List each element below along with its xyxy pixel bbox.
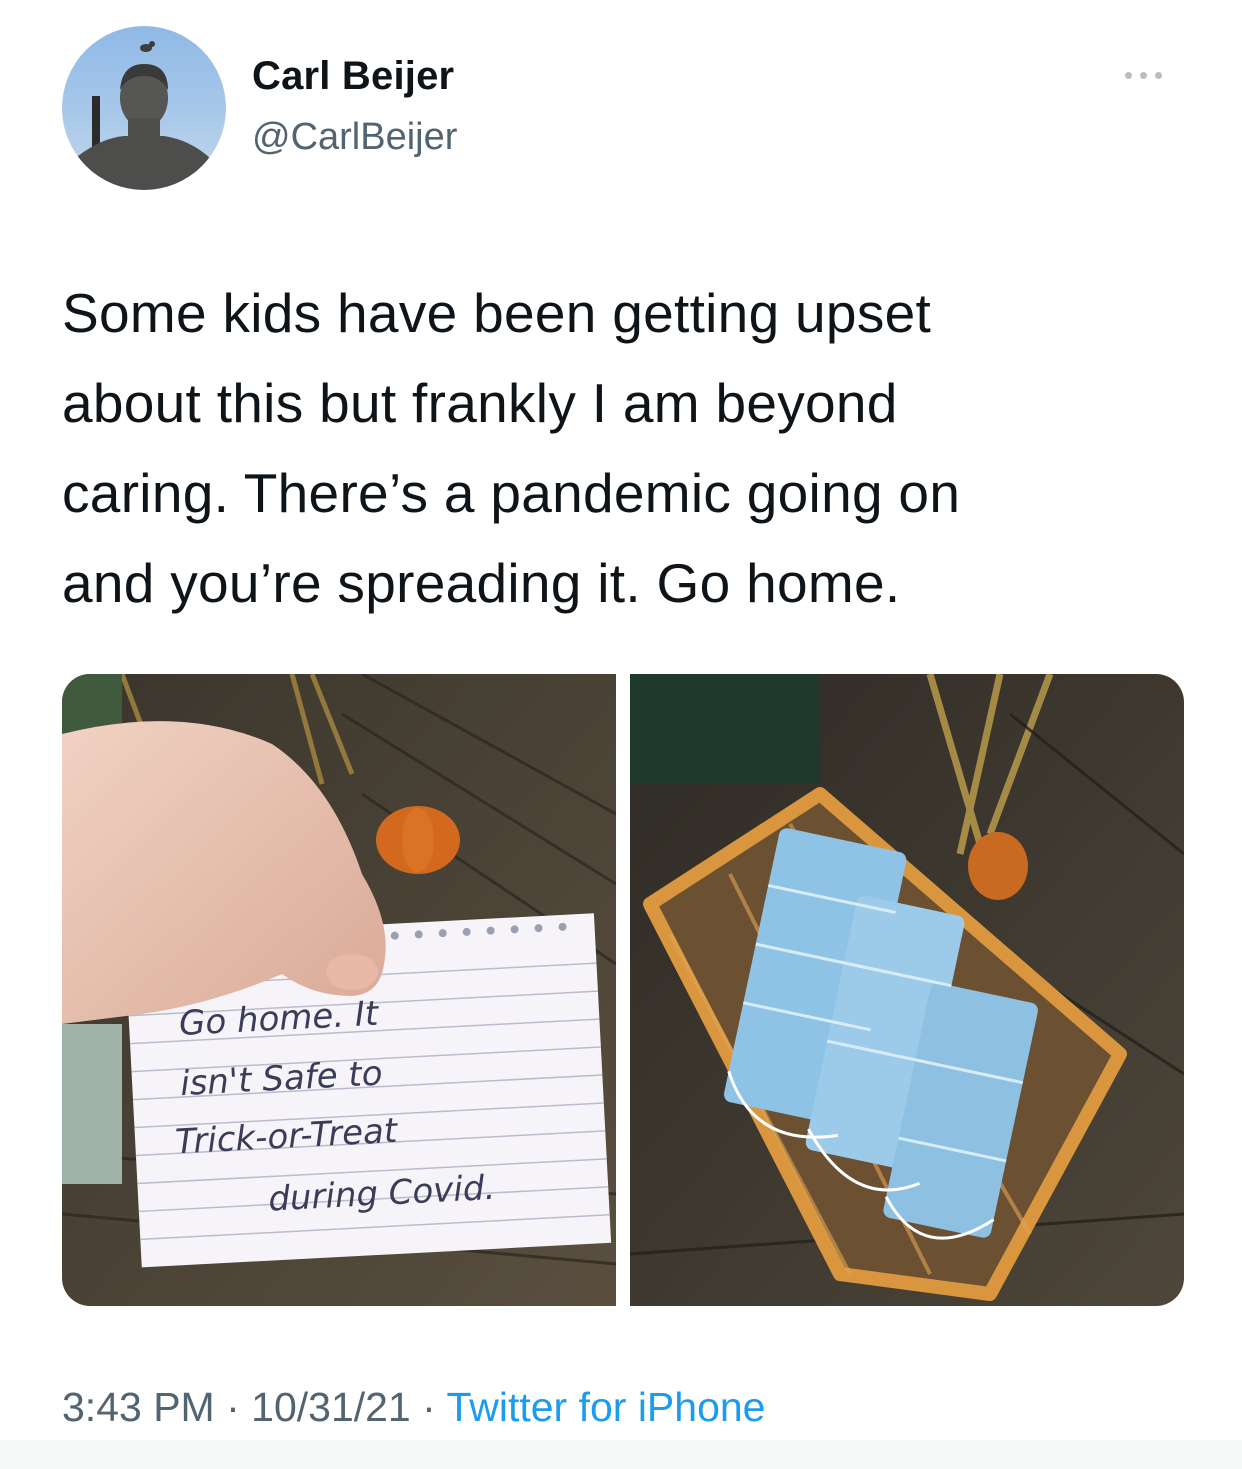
photo-masks[interactable] xyxy=(630,674,1184,1306)
tweet-date[interactable]: 10/31/21 xyxy=(251,1384,411,1430)
photo-note[interactable]: Go home. It isn't Safe to Trick-or-Treat… xyxy=(62,674,616,1306)
tweet-source-link[interactable]: Twitter for iPhone xyxy=(446,1384,765,1430)
more-options-icon[interactable] xyxy=(1108,60,1178,90)
avatar-statue-image xyxy=(72,41,216,190)
footer-divider xyxy=(0,1440,1242,1469)
meta-separator: · xyxy=(214,1384,252,1430)
more-dot xyxy=(1154,71,1162,79)
tweet-text: Some kids have been getting upset about … xyxy=(62,268,1182,628)
more-dot xyxy=(1139,71,1147,79)
avatar[interactable] xyxy=(62,26,226,190)
meta-separator: · xyxy=(410,1384,447,1430)
more-dot xyxy=(1124,71,1132,79)
tweet-line: Some kids have been getting upset xyxy=(62,282,932,344)
author-name[interactable]: Carl Beijer xyxy=(252,54,454,99)
tweet-line: caring. There’s a pandemic going on xyxy=(62,462,961,524)
tweet-line: and you’re spreading it. Go home. xyxy=(62,552,901,614)
tweet-line: about this but frankly I am beyond xyxy=(62,372,898,434)
tweet-time[interactable]: 3:43 PM xyxy=(62,1384,215,1430)
tweet-meta: 3:43 PM · 10/31/21 · Twitter for iPhone xyxy=(62,1384,765,1431)
tweet-media: Go home. It isn't Safe to Trick-or-Treat… xyxy=(62,674,1184,1306)
author-handle[interactable]: @CarlBeijer xyxy=(252,116,457,159)
